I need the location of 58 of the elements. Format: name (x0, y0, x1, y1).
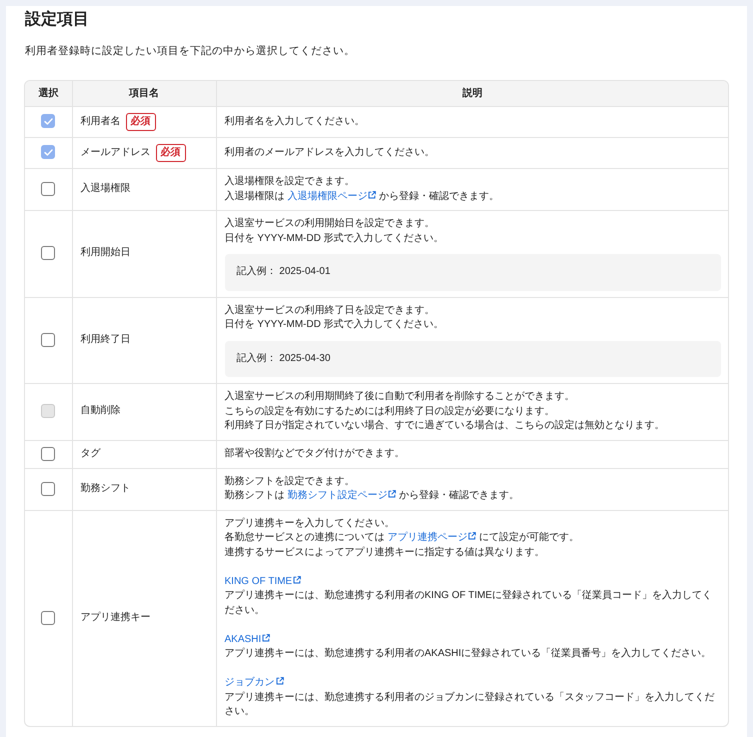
example-note: 記入例： 2025-04-30 (224, 340, 721, 377)
page-title: 設定項目 (24, 10, 90, 30)
external-link-icon (368, 190, 376, 198)
required-badge: 必須 (126, 113, 156, 131)
description-text: アプリ連携キーには、勤怠連携する利用者のAKASHIに登録されている「従業員番号」を入力してください。 (224, 647, 712, 662)
description-text: 利用終了日が指定されていない場合、すでに過ぎている場合は、こちらの設定は無効となります。 (224, 419, 666, 433)
description-text: 部署や役割などでタグ付けができます。 (224, 446, 406, 461)
description-text: 日付を YYYY-MM-DD 形式で入力してください。 (224, 232, 445, 246)
external-link-icon (262, 634, 270, 642)
external-link-icon (276, 677, 284, 686)
description-text: アプリ連携キーには、勤怠連携する利用者のジョブカンに登録されている「スタッフコード」を入力してください。 (224, 690, 716, 720)
description-text: 入退室サービスの利用期間終了後に自動で利用者を削除することができます。 (224, 390, 576, 404)
required-badge: 必須 (156, 144, 186, 162)
item-name: 利用終了日 (80, 334, 130, 345)
item-name: アプリ連携キー (80, 612, 150, 623)
item-name: メールアドレス (80, 146, 150, 158)
item-name: 利用開始日 (80, 247, 130, 258)
external-link-icon (388, 490, 396, 498)
column-header: 選択 (25, 81, 72, 106)
checkbox[interactable] (41, 182, 56, 196)
description-text: 日付を YYYY-MM-DD 形式で入力してください。 (224, 318, 445, 332)
checkmark-icon (44, 118, 53, 125)
description-text: 各勤怠サービスとの連携については アプリ連携ページ にて設定が可能です。 (224, 531, 580, 546)
checkbox[interactable] (41, 332, 56, 347)
column-header: 項目名 (72, 81, 216, 106)
service-link[interactable]: ジョブカン (224, 677, 284, 688)
external-link-icon (468, 532, 476, 540)
description-text: 入退場権限は 入退場権限ページ から登録・確認できます。 (224, 190, 500, 204)
example-note: 記入例： 2025-04-01 (224, 254, 721, 290)
description-text: 利用者のメールアドレスを入力してください。 (224, 146, 436, 160)
column-header: 説明 (216, 81, 728, 106)
item-name: 勤務シフト (80, 482, 130, 494)
page-link[interactable]: アプリ連携ページ (387, 532, 476, 544)
service-link[interactable]: KING OF TIME (224, 576, 302, 587)
description-text: 入退場権限を設定できます。 (224, 175, 356, 189)
description-text: 入退室サービスの利用終了日を設定できます。 (224, 304, 436, 318)
checkbox[interactable] (41, 446, 56, 461)
description-text: アプリ連携キーには、勤怠連携する利用者のKING OF TIMEに登録されている「従業員コード」を入力してください。 (224, 589, 714, 618)
page-link[interactable]: 勤務シフト設定ページ (287, 490, 396, 502)
description-text: 勤務シフトは 勤務シフト設定ページ から登録・確認できます。 (224, 489, 520, 504)
page-link[interactable]: 入退場権限ページ (287, 190, 376, 202)
description-text: 勤務シフトを設定できます。 (224, 474, 356, 489)
description-text: 利用者名を入力してください。 (224, 114, 366, 129)
item-name: 利用者名 (80, 116, 120, 127)
description-text: 入退室サービスの利用開始日を設定できます。 (224, 217, 436, 231)
description-text: 連携するサービスによってアプリ連携キーに指定する値は異なります。 (224, 546, 546, 560)
checkbox[interactable] (41, 482, 56, 496)
description-text: こちらの設定を有効にするためには利用終了日の設定が必要になります。 (224, 404, 556, 418)
instruction-text: 利用者登録時に設定したい項目を下記の中から選択してください。 (25, 44, 356, 59)
item-name: タグ (80, 448, 100, 458)
checkmark-icon (44, 148, 53, 156)
item-name: 自動削除 (80, 405, 120, 416)
service-link[interactable]: AKASHI (224, 634, 270, 645)
external-link-icon (293, 576, 302, 584)
checkbox[interactable] (41, 246, 56, 260)
item-name: 入退場権限 (80, 182, 130, 194)
description-text: アプリ連携キーを入力してください。 (224, 516, 396, 531)
checkbox[interactable] (41, 610, 56, 625)
